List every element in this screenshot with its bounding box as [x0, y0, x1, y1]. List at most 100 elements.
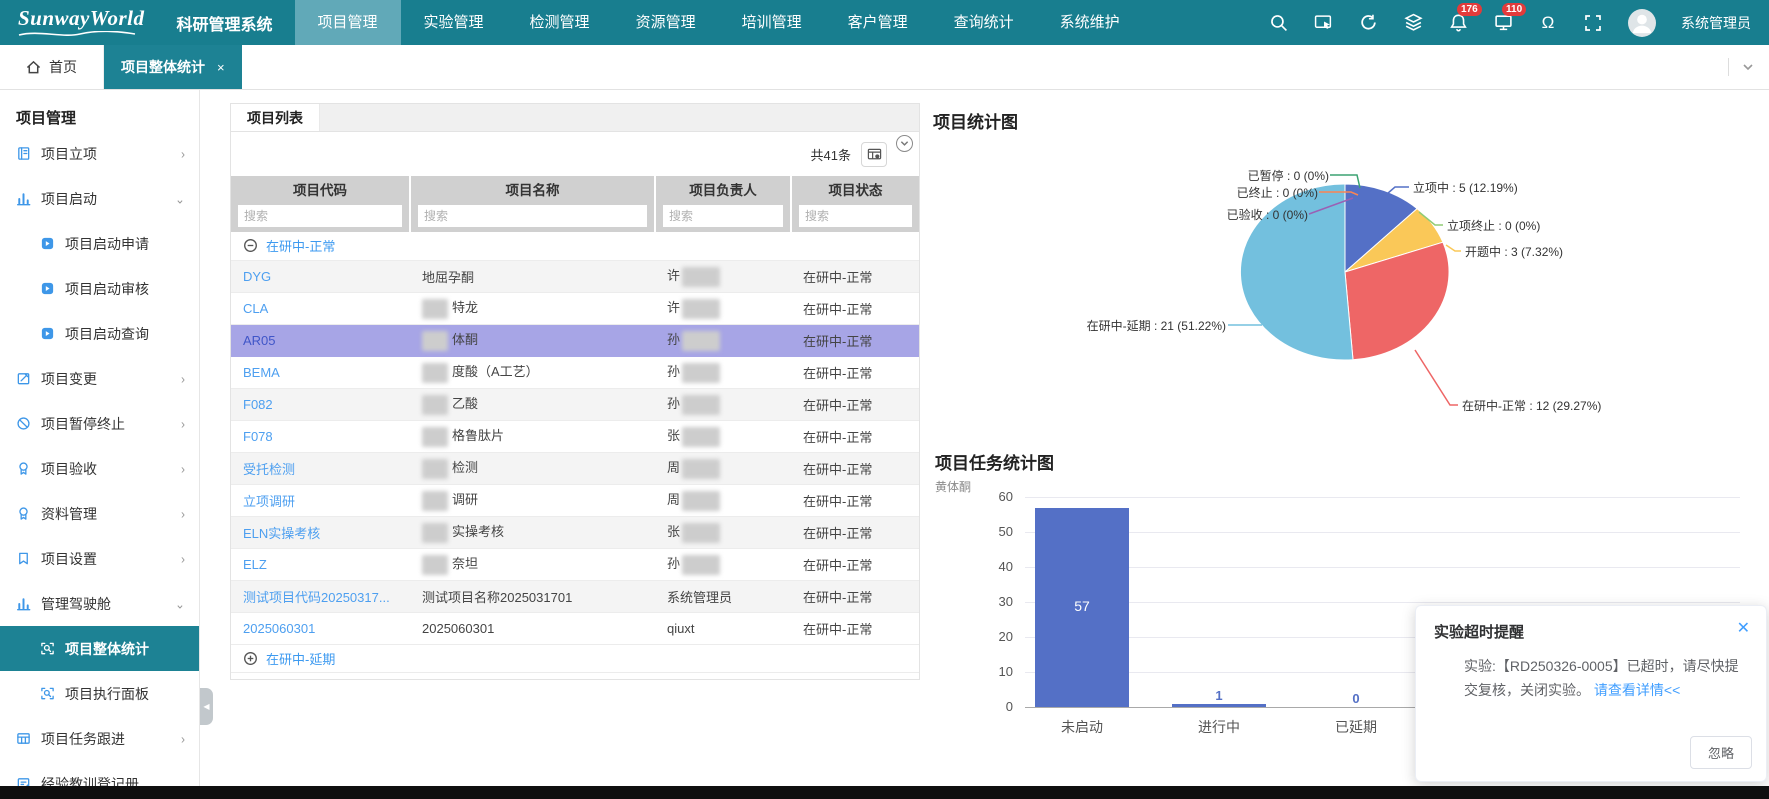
chart-icon: [16, 191, 31, 206]
nav-menu-item[interactable]: 检测管理: [507, 0, 613, 45]
column-header[interactable]: 项目代码: [231, 176, 410, 202]
sidebar-item-label: 项目启动查询: [65, 324, 185, 344]
column-filter-input[interactable]: [799, 205, 912, 227]
sidebar-item[interactable]: 项目暂停终止›: [0, 401, 199, 446]
scan-icon: [40, 641, 55, 656]
column-header[interactable]: 项目负责人: [655, 176, 791, 202]
redaction-block: [422, 555, 448, 575]
panel-tab-label: 项目列表: [247, 108, 303, 128]
sidebar-item[interactable]: 项目设置›: [0, 536, 199, 581]
column-filter-input[interactable]: [238, 205, 402, 227]
sidebar-item[interactable]: 项目启动⌄: [0, 176, 199, 221]
current-user[interactable]: 系统管理员: [1681, 13, 1751, 33]
chevron-right-icon: ›: [181, 731, 185, 746]
tab-home[interactable]: 首页: [0, 45, 104, 89]
avatar[interactable]: [1628, 9, 1656, 37]
project-code-link[interactable]: BEMA: [243, 365, 280, 380]
table-row[interactable]: 受托检测检测周在研中-正常: [231, 452, 919, 484]
nav-menu-item[interactable]: 查询统计: [931, 0, 1037, 45]
project-code-link[interactable]: ELN实操考核: [243, 526, 320, 541]
tab-close-icon[interactable]: ×: [217, 60, 225, 75]
table-row[interactable]: BEMA度酸（A工艺）孙在研中-正常: [231, 356, 919, 388]
project-code-link[interactable]: F082: [243, 397, 273, 412]
quick-nav-icon[interactable]: [1313, 13, 1333, 33]
sidebar-item[interactable]: 管理驾驶舱⌄: [0, 581, 199, 626]
sidebar-item-label: 项目变更: [41, 369, 181, 389]
nav-menu-item[interactable]: 客户管理: [825, 0, 931, 45]
sidebar-collapse-handle[interactable]: ◀: [200, 688, 213, 725]
project-code-link[interactable]: AR05: [243, 333, 276, 348]
tab-active-label: 项目整体统计: [121, 57, 205, 77]
project-code-link[interactable]: 测试项目代码20250317...: [243, 590, 390, 605]
group-collapse-toggle[interactable]: 在研中-正常: [231, 236, 919, 255]
sidebar-item-label: 项目启动申请: [65, 234, 185, 254]
table-row[interactable]: ELN实操考核实操考核张在研中-正常: [231, 516, 919, 548]
sidebar-item-label: 项目暂停终止: [41, 414, 181, 434]
layers-icon[interactable]: [1403, 13, 1423, 33]
project-code-link[interactable]: 受托检测: [243, 462, 295, 477]
sidebar-item[interactable]: 项目验收›: [0, 446, 199, 491]
sidebar-item-label: 项目立项: [41, 144, 181, 164]
table-row[interactable]: F078格鲁肽片张在研中-正常: [231, 420, 919, 452]
y-axis-tick: 0: [925, 699, 1013, 714]
fullscreen-icon[interactable]: [1583, 13, 1603, 33]
refresh-icon[interactable]: [1358, 13, 1378, 33]
project-table-element: 项目代码项目名称项目负责人项目状态在研中-正常DYG地屈孕酮许在研中-正常CLA…: [231, 176, 919, 673]
table-row[interactable]: ELZ奈坦孙在研中-正常: [231, 548, 919, 580]
column-header[interactable]: 项目名称: [410, 176, 655, 202]
column-header[interactable]: 项目状态: [791, 176, 919, 202]
sidebar-item[interactable]: 项目启动审核: [0, 266, 199, 311]
project-code-link[interactable]: 立项调研: [243, 494, 295, 509]
project-status-cell: 在研中-正常: [791, 420, 919, 452]
project-code-link[interactable]: ELZ: [243, 557, 267, 572]
sidebar-item[interactable]: 项目整体统计: [0, 626, 199, 671]
sidebar-item[interactable]: 项目启动查询: [0, 311, 199, 356]
table-row[interactable]: 测试项目代码20250317...测试项目名称2025031701系统管理员在研…: [231, 580, 919, 612]
project-code-link[interactable]: F078: [243, 429, 273, 444]
bar[interactable]: [1172, 704, 1266, 708]
tab-list-chevron-icon[interactable]: [1741, 60, 1755, 74]
popup-close-icon[interactable]: ✕: [1737, 621, 1750, 637]
nav-menu-item[interactable]: 实验管理: [401, 0, 507, 45]
panel-tab-project-list[interactable]: 项目列表: [231, 104, 320, 131]
total-count: 共41条: [811, 145, 851, 164]
ignore-button[interactable]: 忽略: [1690, 736, 1752, 769]
table-row[interactable]: F082乙酸孙在研中-正常: [231, 388, 919, 420]
sidebar-item[interactable]: 项目启动申请: [0, 221, 199, 266]
bell-badge: 176: [1457, 3, 1482, 16]
sidebar-item[interactable]: 项目执行面板: [0, 671, 199, 716]
project-owner-cell: 许: [655, 292, 791, 324]
sidebar-item[interactable]: 项目变更›: [0, 356, 199, 401]
project-code-link[interactable]: 2025060301: [243, 621, 315, 636]
tabbar-right: [1728, 45, 1769, 89]
bell-icon[interactable]: 176: [1448, 13, 1468, 33]
search-icon[interactable]: [1268, 13, 1288, 33]
nav-menu-item[interactable]: 资源管理: [613, 0, 719, 45]
y-axis-tick: 60: [925, 489, 1013, 504]
table-row[interactable]: DYG地屈孕酮许在研中-正常: [231, 260, 919, 292]
table-row[interactable]: CLA特龙许在研中-正常: [231, 292, 919, 324]
table-row[interactable]: 立项调研调研周在研中-正常: [231, 484, 919, 516]
sidebar-item[interactable]: 项目任务跟进›: [0, 716, 199, 761]
project-code-link[interactable]: CLA: [243, 301, 268, 316]
panel-collapse-button[interactable]: [896, 135, 913, 152]
omega-icon[interactable]: Ω: [1538, 13, 1558, 33]
tabbar-divider: [1728, 58, 1729, 76]
table-row[interactable]: 20250603012025060301qiuxt在研中-正常: [231, 612, 919, 644]
monitor-icon[interactable]: 110: [1493, 13, 1513, 33]
project-code-link[interactable]: DYG: [243, 269, 271, 284]
tab-active[interactable]: 项目整体统计 ×: [104, 45, 242, 89]
popup-detail-link[interactable]: 请查看详情<<: [1594, 682, 1680, 698]
sidebar-item[interactable]: 项目立项›: [0, 131, 199, 176]
project-status-cell: 在研中-正常: [791, 452, 919, 484]
nav-menu-item[interactable]: 培训管理: [719, 0, 825, 45]
nav-menu-item[interactable]: 项目管理: [295, 0, 401, 45]
table-row[interactable]: AR05体酮孙在研中-正常: [231, 324, 919, 356]
sidebar-item[interactable]: 资料管理›: [0, 491, 199, 536]
nav-menu-item[interactable]: 系统维护: [1037, 0, 1143, 45]
column-filter-input[interactable]: [663, 205, 783, 227]
project-list-panel: 项目列表 共41条 项目代码项目名称项目负责人项目状态在研中-正常 DYG地屈孕酮…: [230, 103, 920, 680]
column-filter-input[interactable]: [418, 205, 647, 227]
group-expand-toggle[interactable]: 在研中-延期: [231, 649, 919, 668]
table-settings-button[interactable]: [861, 142, 887, 167]
